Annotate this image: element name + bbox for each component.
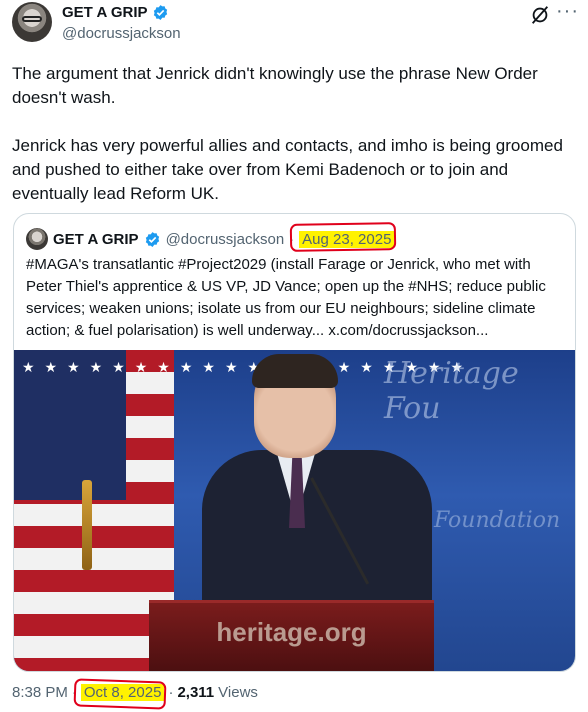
author-handle[interactable]: @docrussjackson — [62, 25, 181, 42]
podium: heritage.org — [149, 600, 434, 671]
grok-icon[interactable] — [529, 4, 551, 26]
avatar-glasses — [22, 16, 42, 22]
quoted-tweet-card[interactable]: GET A GRIP @docrussjackson · Aug 23, 202… — [13, 213, 576, 672]
author-avatar[interactable] — [12, 2, 52, 42]
backdrop-text: Heritage Fou — [384, 356, 519, 426]
views-label: Views — [218, 684, 258, 701]
date-annotation-circle — [289, 222, 397, 252]
podium-label: heritage.org — [216, 617, 367, 647]
speaker-hair — [252, 354, 338, 388]
flag-canton: ★★★★★★★★★★★★★★★★★★★★ — [14, 350, 463, 500]
verified-badge-icon — [145, 231, 159, 247]
views-count[interactable]: 2,311 — [177, 684, 214, 701]
verified-badge-icon — [153, 5, 167, 20]
quoted-author-avatar — [26, 228, 48, 250]
quoted-tweet-image[interactable]: ★★★★★★★★★★★★★★★★★★★★ Heritage Fou Founda… — [14, 350, 575, 671]
author-name-row[interactable]: GET A GRIP — [62, 4, 169, 21]
tweet-time[interactable]: 8:38 PM — [12, 684, 68, 701]
quoted-tweet-text: #MAGA's transatlantic #Project2029 (inst… — [26, 256, 546, 339]
backdrop-text-lower: Foundation — [434, 508, 561, 533]
flag-tassel — [82, 480, 92, 570]
tweet-body: The argument that Jenrick didn't knowing… — [12, 64, 563, 203]
quoted-author-handle: @docrussjackson — [165, 230, 285, 248]
date-annotation-circle — [73, 678, 167, 710]
more-options-icon[interactable]: ··· — [556, 0, 579, 23]
author-display-name[interactable]: GET A GRIP — [62, 4, 148, 21]
separator-dot: · — [168, 684, 174, 701]
quoted-author-display-name: GET A GRIP — [53, 230, 139, 248]
